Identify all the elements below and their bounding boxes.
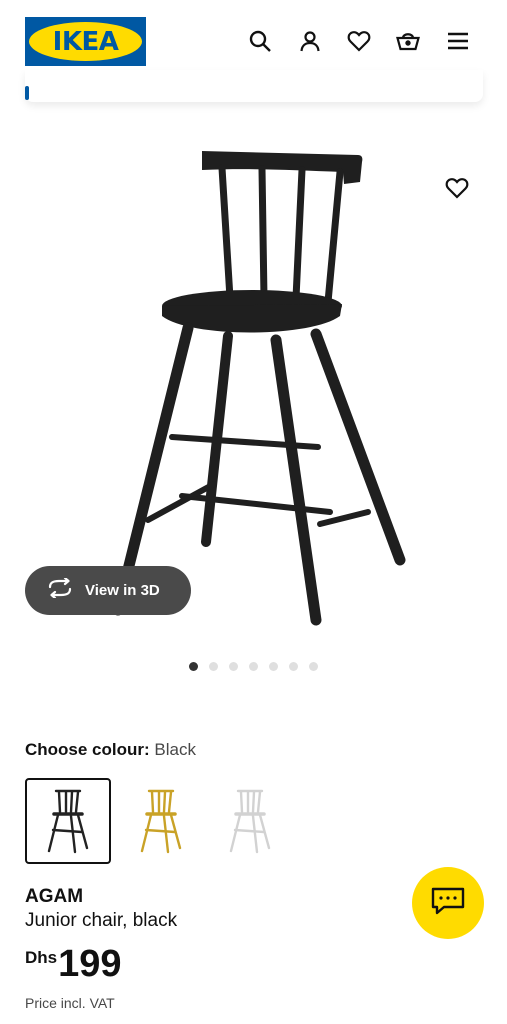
user-icon[interactable] xyxy=(297,28,323,54)
colour-swatch-yellow[interactable] xyxy=(118,778,204,864)
carousel-dot[interactable] xyxy=(249,662,258,671)
colour-swatch-black[interactable] xyxy=(25,778,111,864)
logo-oval: IKEA xyxy=(29,22,142,61)
carousel-dot[interactable] xyxy=(269,662,278,671)
chat-button[interactable] xyxy=(412,867,484,939)
choose-colour-label: Choose colour: xyxy=(25,740,150,759)
rotate-3d-icon xyxy=(47,576,73,603)
ikea-logo[interactable]: IKEA xyxy=(25,17,146,66)
price-currency: Dhs xyxy=(25,948,58,967)
basket-icon[interactable] xyxy=(395,28,421,54)
menu-icon[interactable] xyxy=(445,28,471,54)
product-price: Dhs 199 xyxy=(25,942,122,986)
view-in-3d-label: View in 3D xyxy=(85,582,160,599)
search-bar[interactable] xyxy=(25,70,483,102)
product-name: AGAM xyxy=(25,886,84,907)
view-in-3d-button[interactable]: View in 3D xyxy=(25,566,191,615)
product-description: Junior chair, black xyxy=(25,910,178,931)
selected-colour-value: Black xyxy=(154,740,196,759)
carousel-dot[interactable] xyxy=(289,662,298,671)
logo-text: IKEA xyxy=(52,26,119,57)
carousel-dot[interactable] xyxy=(309,662,318,671)
carousel-dot[interactable] xyxy=(189,662,198,671)
search-icon[interactable] xyxy=(247,28,273,54)
chat-icon xyxy=(430,886,466,921)
product-image[interactable] xyxy=(90,140,430,640)
carousel-dot[interactable] xyxy=(229,662,238,671)
price-note: Price incl. VAT xyxy=(25,995,115,1011)
price-amount: 199 xyxy=(58,943,122,985)
carousel-dot[interactable] xyxy=(209,662,218,671)
add-to-favourites-icon[interactable] xyxy=(444,176,472,202)
colour-swatch-white[interactable] xyxy=(207,778,293,864)
search-bar-accent xyxy=(25,86,29,100)
image-carousel-dots xyxy=(189,662,318,671)
choose-colour: Choose colour: Black xyxy=(25,740,196,760)
heart-icon[interactable] xyxy=(346,28,372,54)
